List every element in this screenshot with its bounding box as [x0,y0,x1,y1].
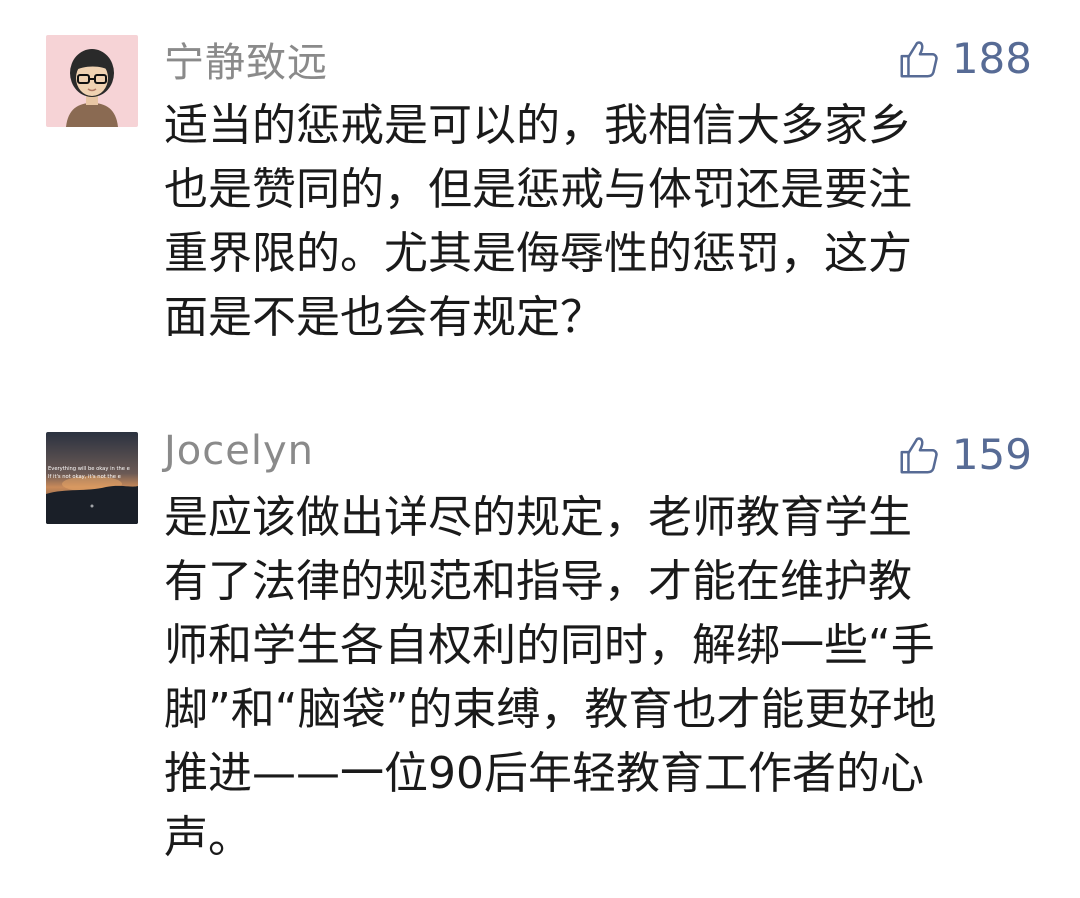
comment-line: 脚”和“脑袋”的束缚，教育也才能更好地 [164,684,937,735]
comment-line: 面是不是也会有规定？ [164,292,604,343]
avatar-quote-line-1: Everything will be okay in the e [48,466,130,472]
avatar[interactable]: Everything will be okay in the e If it's… [46,432,138,524]
avatar[interactable] [46,35,138,127]
comment-text: 适当的惩戒是可以的，我相信大多家乡 也是赞同的，但是惩戒与体罚还是要注 重界限的… [164,94,1024,350]
comment-text: 是应该做出详尽的规定，老师教育学生 有了法律的规范和指导，才能在维护教 师和学生… [164,486,1024,870]
landscape-avatar-icon: Everything will be okay in the e If it's… [46,432,138,524]
comment-line: 适当的惩戒是可以的，我相信大多家乡 [164,100,912,151]
username[interactable]: Jocelyn [164,428,314,474]
like-count: 188 [951,34,1032,83]
username[interactable]: 宁静致远 [164,30,328,88]
comment-line: 也是赞同的，但是惩戒与体罚还是要注 [164,164,912,215]
thumbs-up-icon [900,40,938,77]
like-button[interactable]: 159 [896,430,1032,479]
comment-line: 声。 [164,812,252,863]
comment-line: 重界限的。尤其是侮辱性的惩罚，这方 [164,228,912,279]
user-avatar-icon [46,35,138,127]
like-count: 159 [951,430,1032,479]
comment-line: 推进——一位90后年轻教育工作者的心 [164,748,924,799]
comment-line: 师和学生各自权利的同时，解绑一些“手 [164,620,935,671]
comment-line: 有了法律的规范和指导，才能在维护教 [164,556,912,607]
avatar-quote-line-2: If it's not okay, it's not the e [48,474,121,480]
comment-line: 是应该做出详尽的规定，老师教育学生 [164,492,912,543]
like-button[interactable]: 188 [896,34,1032,83]
thumbs-up-icon [900,436,938,473]
